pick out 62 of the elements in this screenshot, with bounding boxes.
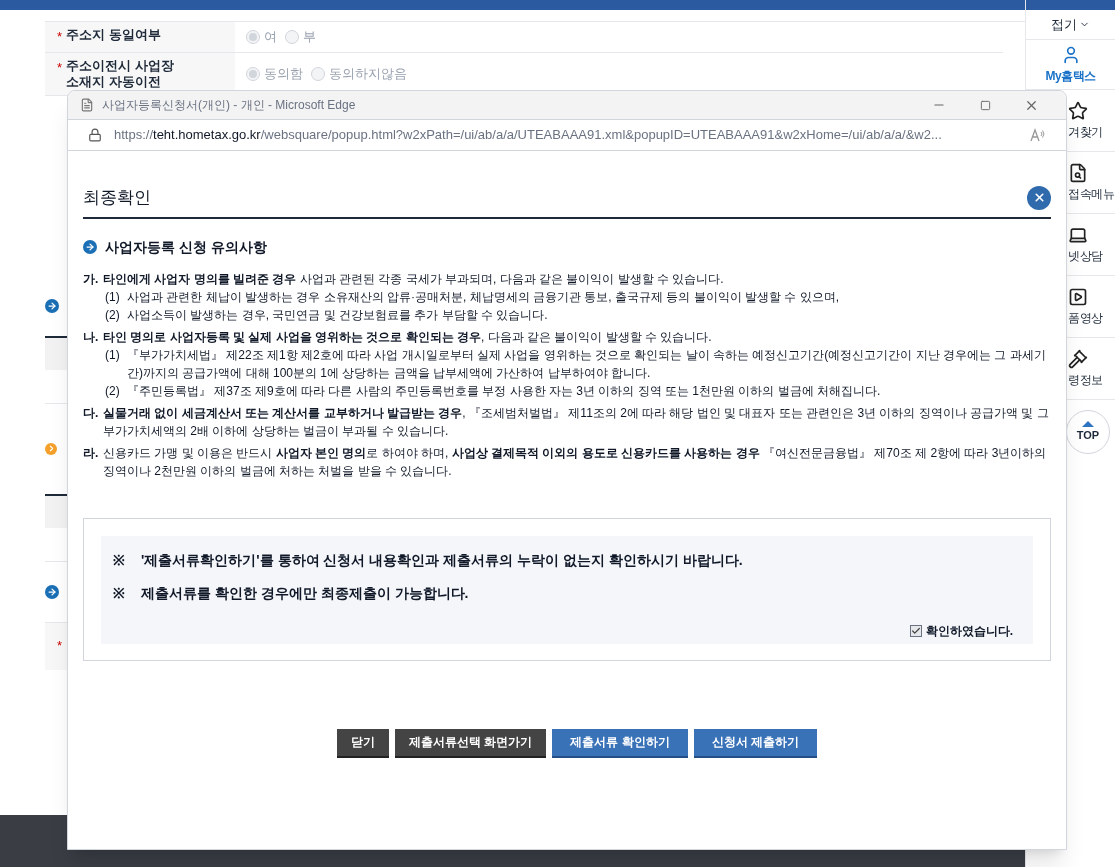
gavel-icon [1068, 348, 1088, 369]
collapse-button[interactable]: 접기 [1026, 10, 1115, 40]
close-icon [1032, 191, 1046, 205]
item-marker: (2) [105, 382, 121, 400]
notice-paragraph: 타인 명의로 사업자등록 및 실제 사업을 영위하는 것으로 확인되는 경우, 다음과 같은 불이익이 발생할 수 있습니다. [102, 328, 712, 346]
required-mark: * [57, 28, 63, 46]
star-icon [1068, 100, 1088, 121]
checkbox[interactable] [909, 624, 922, 637]
maximize-icon [979, 99, 991, 111]
radio-label: 여 [264, 28, 277, 46]
checkbox-label: 확인하였습니다. [925, 622, 1013, 640]
notice-paragraph: 타인에게 사업자 명의를 빌려준 경우 사업과 관련된 각종 국세가 부과되며, 다음과 같은 불이익이 발생할 수 있습니다. [102, 270, 724, 288]
quick-menu-item[interactable]: 넷상담 [1068, 214, 1115, 275]
notice-paragraph: 『주민등록법』 제37조 제9호에 따라 다른 사람의 주민등록번호를 부정 사용한 자는 3년 이하의 징역 또는 1천만원 이하의 벌금에 처해집니다. [127, 382, 881, 400]
notice-paragraph: 신용카드 가맹 및 이용은 반드시 사업자 본인 명의로 하여야 하며, 사업상 결제목적 이외의 용도로 신용카드를 사용하는 경우 『여신전문금융법』 제70조 제 2항에 따라 3년이하의 징역이나 2천만원 이하의 벌금에 처하는 처벌을 받을 수 있습니다. [102, 444, 1048, 480]
field-label: 주소이전시 사업장 소재지 자동이전 [66, 57, 175, 90]
notice-text: '제출서류확인하기'를 통하여 신청서 내용확인과 제출서류의 누락이 없는지 확인하시기 바랍니다. [141, 550, 743, 570]
quick-menu-item[interactable]: 겨찾기 [1068, 90, 1115, 151]
radio-label: 동의하지않음 [329, 64, 407, 83]
notice-paragraph: 『부가가치세법』 제22조 제1항 제2호에 따라 사업 개시일로부터 실제 사업을 영위하는 것으로 확인되는 날이 속하는 예정신고기간(예정신고기간이 지난 경우에는 그 과세기간)까지의 공급가액에 대해 100분의 1에 상당하는 금액을 납부세액에 가산하여 납부하여야 합니다. [127, 346, 1047, 382]
quick-menu-item[interactable]: 폼영상 [1068, 276, 1115, 337]
reference-mark: ※ [113, 550, 125, 570]
dialog-button[interactable]: 신청서 제출하기 [693, 728, 817, 758]
item-marker: 가. [83, 270, 100, 288]
page-icon [80, 98, 94, 112]
radio-button[interactable] [246, 66, 260, 81]
dialog-button[interactable]: 제출서류 확인하기 [552, 728, 688, 758]
item-marker: 라. [83, 444, 100, 462]
section-title: 사업자등록 신청 유의사항 [105, 237, 267, 257]
notice-paragraph: 실물거래 없이 세금계산서 또는 계산서를 교부하거나 발급받는 경우, 『조세범처벌법』 제11조의 2에 따라 해당 법인 및 대표자 또는 관련인은 3년 이하의 징역이나 공급가액 및 그 부가가치세액의 2배 이하에 상당하는 벌금이 부과될 수 있습니다. [102, 404, 1050, 440]
window-title: 사업자등록신청서(개인) - 개인 - Microsoft Edge [102, 97, 356, 114]
document-search-icon [1068, 162, 1088, 183]
quick-menu-item[interactable]: My홈택스 [1026, 40, 1115, 89]
lock-icon [88, 128, 102, 142]
item-marker: (1) [105, 288, 121, 306]
notice-paragraph: 사업소득이 발생하는 경우, 국민연금 및 건강보험료를 추가 부담할 수 있습니다. [127, 306, 548, 324]
reference-mark: ※ [113, 583, 125, 603]
quick-menu-item[interactable]: 령정보 [1068, 338, 1115, 399]
item-marker: (1) [105, 346, 121, 364]
radio-button[interactable] [285, 29, 299, 44]
radio-label: 동의함 [264, 64, 303, 83]
required-mark: * [56, 637, 63, 656]
radio-label: 부 [303, 28, 316, 46]
notice-paragraph: 사업과 관련한 체납이 발생하는 경우 소유재산의 압류·공매처분, 체납명세의 금융기관 통보, 출국규제 등의 불이익이 발생할 수 있으며, [127, 288, 839, 306]
field-label: 주소지 동일여부 [66, 27, 162, 43]
item-marker: (2) [105, 306, 121, 324]
read-aloud-icon[interactable] [1030, 128, 1046, 142]
table-header-bar [45, 493, 67, 528]
item-marker: 다. [83, 404, 100, 422]
url-text[interactable]: https://teht.hometax.go.kr/websquare/popup.html?w2xPath=/ui/ab/a/a/UTEABAAA91.xml&popupID=UTEABAAA91&w2xHome=/ui/ab/a/a/&w2... [114, 125, 942, 145]
radio-button[interactable] [311, 66, 325, 81]
dialog-button[interactable]: 제출서류선택 화면가기 [395, 728, 547, 758]
required-mark: * [57, 58, 63, 77]
quick-menu-item[interactable]: 접속메뉴 [1068, 152, 1115, 213]
table-header-bar [45, 335, 67, 370]
radio-button[interactable] [246, 29, 260, 44]
item-marker: 나. [83, 328, 100, 346]
play-icon [1068, 286, 1088, 307]
dialog-button[interactable]: 닫기 [337, 728, 389, 758]
notice-text: 제출서류를 확인한 경우에만 최종제출이 가능합니다. [141, 583, 469, 603]
close-button[interactable] [1027, 185, 1051, 210]
dialog-title: 최종확인 [83, 187, 151, 209]
